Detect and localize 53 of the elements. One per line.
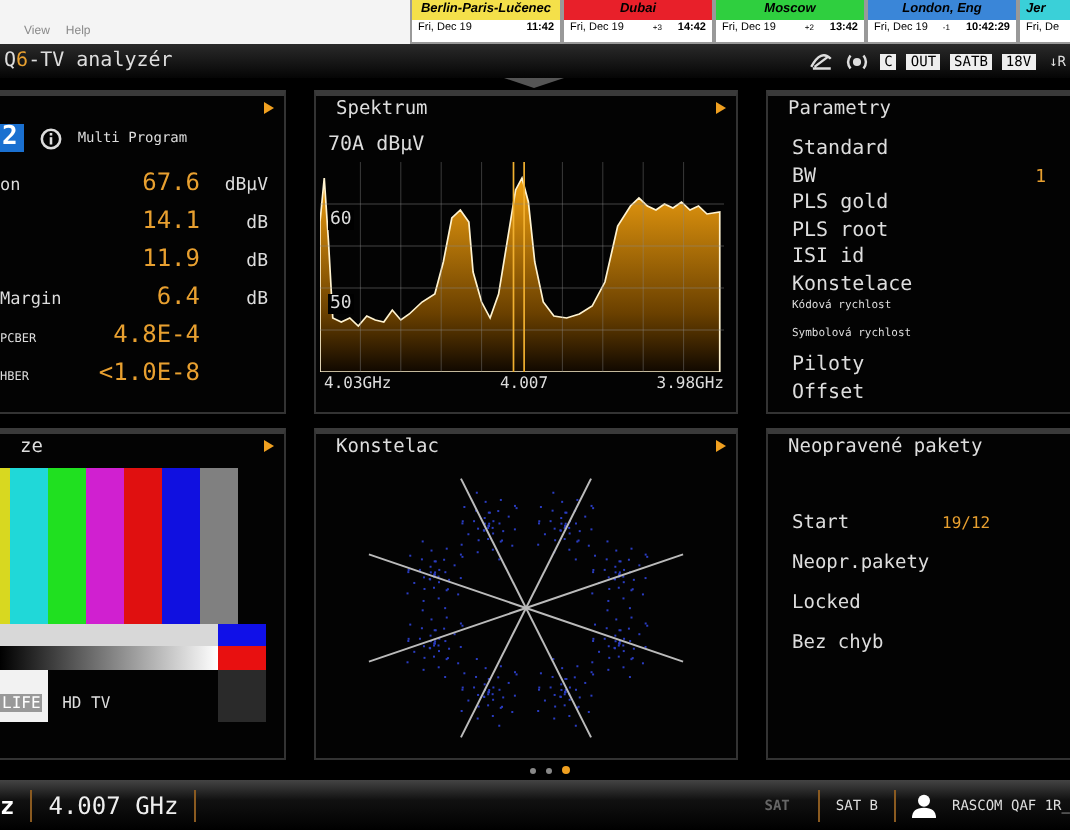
reference-level: 70A dBµV — [328, 134, 425, 156]
axis-label: 50 — [328, 294, 354, 314]
measurement-unit: dB — [246, 252, 268, 272]
parameter-label: PLS gold — [792, 192, 889, 214]
packet-label: Bez chyb — [792, 632, 886, 654]
measurement-unit: dBµV — [224, 176, 268, 196]
triangle-icon — [716, 440, 726, 452]
info-icon[interactable] — [39, 127, 62, 149]
axis-label: 4.03GHz — [324, 374, 392, 392]
parameter-label: Offset — [792, 381, 865, 403]
satellite-dish-icon — [808, 51, 835, 71]
panel-title: Parametry — [786, 96, 891, 122]
measurement-value: <1.0E-8 — [96, 358, 200, 386]
packet-label: Neopr.pakety — [792, 552, 932, 574]
packet-label: Start — [792, 512, 852, 534]
packet-value: 19/12 — [942, 514, 991, 532]
triangle-icon — [264, 102, 274, 114]
measurement-unit: dB — [246, 290, 268, 310]
channel-name: LIFE HD TV — [0, 694, 111, 712]
parameter-value: 1 — [1035, 167, 1048, 187]
parameter-label: Piloty — [792, 354, 865, 376]
measurement-value: 4.8E-4 — [111, 320, 200, 348]
unit-label: z — [0, 791, 15, 819]
parameter-label: BW — [792, 165, 817, 187]
measurement-value: 6.4 — [154, 282, 200, 310]
panel-title: ze — [18, 434, 43, 460]
measurement-unit: dB — [246, 214, 268, 234]
measurement-value: 67.6 — [140, 168, 200, 196]
measurement-value: 11.9 — [140, 244, 200, 272]
axis-label: 60 — [328, 210, 354, 230]
parameter-label: Standard — [792, 138, 889, 160]
panel-title: Konstelac — [334, 434, 439, 460]
page-dot[interactable] — [561, 766, 569, 774]
app-title: Q6-TV analyzér — [4, 50, 173, 72]
measurement-label: on — [0, 176, 21, 196]
packet-label: Locked — [792, 592, 863, 614]
page-dot[interactable] — [545, 767, 551, 773]
signal-icon — [844, 51, 871, 71]
parameter-label: PLS root — [792, 219, 889, 241]
frequency-value: 4.007 GHz — [48, 791, 179, 819]
axis-label: 4.007 — [499, 374, 549, 392]
program-number[interactable]: 2 — [0, 124, 24, 152]
measurement-label: Margin — [0, 290, 62, 310]
page-dot[interactable] — [529, 767, 535, 773]
parameter-label: ISI id — [792, 246, 865, 268]
triangle-icon — [716, 102, 726, 114]
panel-title: Spektrum — [334, 96, 428, 122]
parameter-label: Konstelace — [792, 273, 913, 295]
measurement-value: 14.1 — [140, 206, 200, 234]
panel-title: Neopravené pakety — [786, 434, 983, 460]
axis-label: 3.98GHz — [656, 374, 724, 392]
triangle-icon — [264, 440, 274, 452]
person-icon — [911, 793, 936, 817]
